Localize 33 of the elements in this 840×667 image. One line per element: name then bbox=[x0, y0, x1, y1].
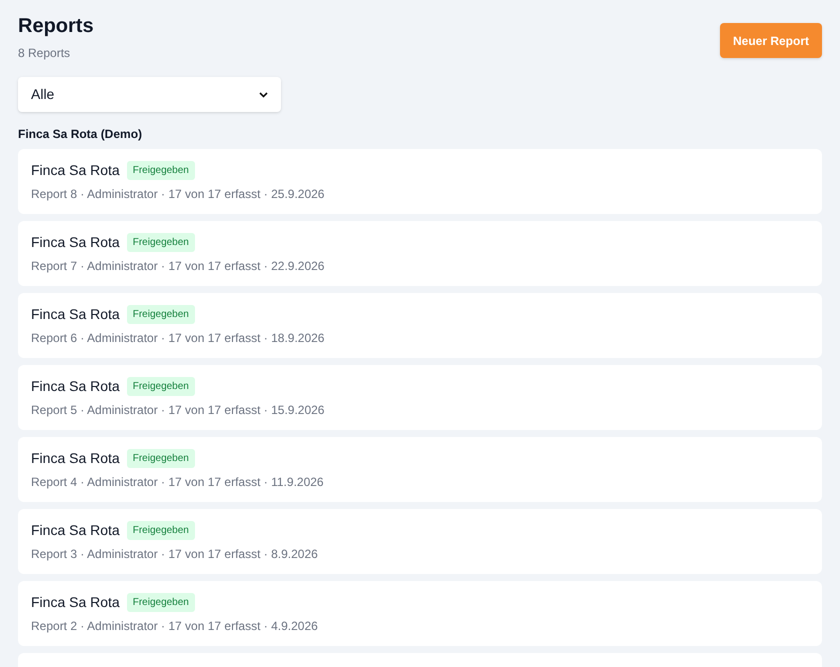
report-meta: Report 8 · Administrator · 17 von 17 erfasst · 25.9.2026 bbox=[31, 186, 326, 203]
status-badge: Freigegeben bbox=[126, 449, 195, 468]
report-title: Finca Sa Rota bbox=[31, 305, 120, 324]
chevron-down-icon bbox=[259, 92, 268, 98]
report-card[interactable]: Finca Sa Rota Freigegeben Report 8 · Administrator · 17 von 17 erfasst · 25.9.2026 bbox=[18, 149, 822, 214]
report-card[interactable]: Finca Sa Rota Freigegeben Report 7 · Administrator · 17 von 17 erfasst · 22.9.2026 bbox=[18, 221, 822, 286]
report-meta: Report 6 · Administrator · 17 von 17 erfasst · 18.9.2026 bbox=[31, 330, 326, 347]
report-title: Finca Sa Rota bbox=[31, 593, 120, 612]
page-title: Reports bbox=[18, 14, 94, 38]
status-badge: Freigegeben bbox=[126, 305, 195, 324]
report-title: Finca Sa Rota bbox=[31, 449, 120, 468]
report-card[interactable]: Finca Sa Rota Freigegeben Report 3 · Administrator · 17 von 17 erfasst · 8.9.2026 bbox=[18, 509, 822, 574]
report-meta: Report 2 · Administrator · 17 von 17 erfasst · 4.9.2026 bbox=[31, 618, 319, 635]
report-meta: Report 4 · Administrator · 17 von 17 erfasst · 11.9.2026 bbox=[31, 474, 325, 491]
report-card[interactable]: Finca Sa Rota Freigegeben Report 2 · Administrator · 17 von 17 erfasst · 4.9.2026 bbox=[18, 581, 822, 646]
status-badge: Freigegeben bbox=[126, 377, 195, 396]
report-count: 8 Reports bbox=[18, 45, 72, 62]
group-title: Finca Sa Rota (Demo) bbox=[18, 126, 144, 143]
report-meta: Report 3 · Administrator · 17 von 17 erfasst · 8.9.2026 bbox=[31, 546, 319, 563]
report-title: Finca Sa Rota bbox=[31, 161, 120, 180]
status-badge: Freigegeben bbox=[126, 233, 195, 252]
filter-select[interactable]: Alle bbox=[18, 77, 281, 112]
report-meta: Report 7 · Administrator · 17 von 17 erfasst · 22.9.2026 bbox=[31, 258, 326, 275]
report-meta: Report 5 · Administrator · 17 von 17 erfasst · 15.9.2026 bbox=[31, 402, 326, 419]
report-card[interactable]: Finca Sa Rota Freigegeben Report 4 · Administrator · 17 von 17 erfasst · 11.9.2026 bbox=[18, 437, 822, 502]
status-badge: Freigegeben bbox=[126, 521, 195, 540]
status-badge: Freigegeben bbox=[126, 161, 195, 180]
report-card[interactable]: Finca Sa Rota Freigegeben Report 6 · Administrator · 17 von 17 erfasst · 18.9.2026 bbox=[18, 293, 822, 358]
report-card[interactable]: Finca Sa Rota Freigegeben Report 5 · Administrator · 17 von 17 erfasst · 15.9.2026 bbox=[18, 365, 822, 430]
report-title: Finca Sa Rota bbox=[31, 233, 120, 252]
report-title: Finca Sa Rota bbox=[31, 521, 120, 540]
report-title: Finca Sa Rota bbox=[31, 377, 120, 396]
status-badge: Freigegeben bbox=[126, 593, 195, 612]
